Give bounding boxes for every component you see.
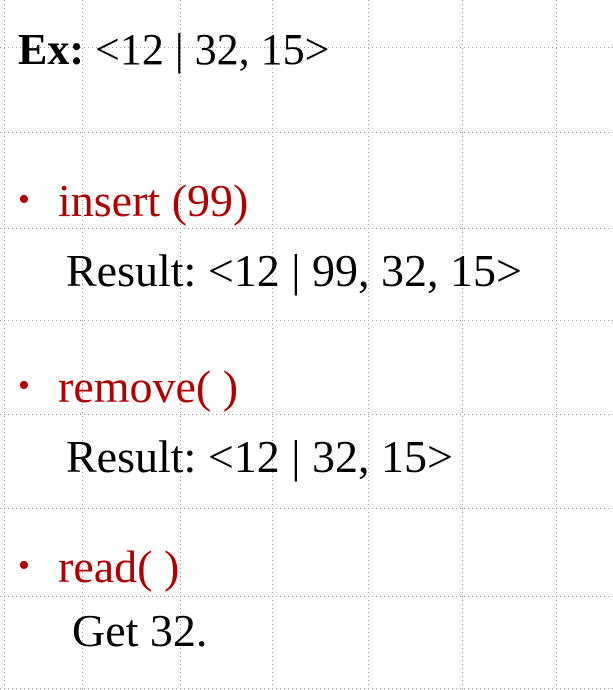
- grid-line: [0, 508, 613, 509]
- example-value: <12 | 32, 15>: [95, 25, 330, 74]
- grid-line: [0, 228, 613, 229]
- grid-line: [272, 0, 273, 690]
- operation-insert: • insert (99): [18, 178, 248, 224]
- grid-line: [4, 0, 5, 690]
- grid-line: [0, 688, 613, 689]
- grid-line: [556, 0, 557, 690]
- grid-line: [0, 414, 613, 415]
- operation-call: insert (99): [58, 175, 249, 226]
- bullet-icon: •: [18, 367, 30, 404]
- operation-remove: • remove( ): [18, 364, 238, 410]
- grid-line: [368, 0, 369, 690]
- operation-result: Get 32.: [72, 605, 208, 656]
- example-line: Ex: <12 | 32, 15>: [18, 28, 329, 72]
- bullet-icon: •: [18, 547, 30, 584]
- operation-result: Result: <12 | 99, 32, 15>: [66, 245, 522, 296]
- bullet-icon: •: [18, 181, 30, 218]
- operation-read: • read( ): [18, 544, 179, 590]
- grid-line: [180, 0, 181, 690]
- grid-line: [0, 320, 613, 321]
- operation-call: remove( ): [58, 361, 239, 412]
- grid-line: [0, 596, 613, 597]
- example-label: Ex:: [18, 25, 84, 74]
- operation-result: Result: <12 | 32, 15>: [66, 431, 453, 482]
- grid-line: [0, 132, 613, 133]
- operation-call: read( ): [58, 541, 180, 592]
- grid-line: [462, 0, 463, 690]
